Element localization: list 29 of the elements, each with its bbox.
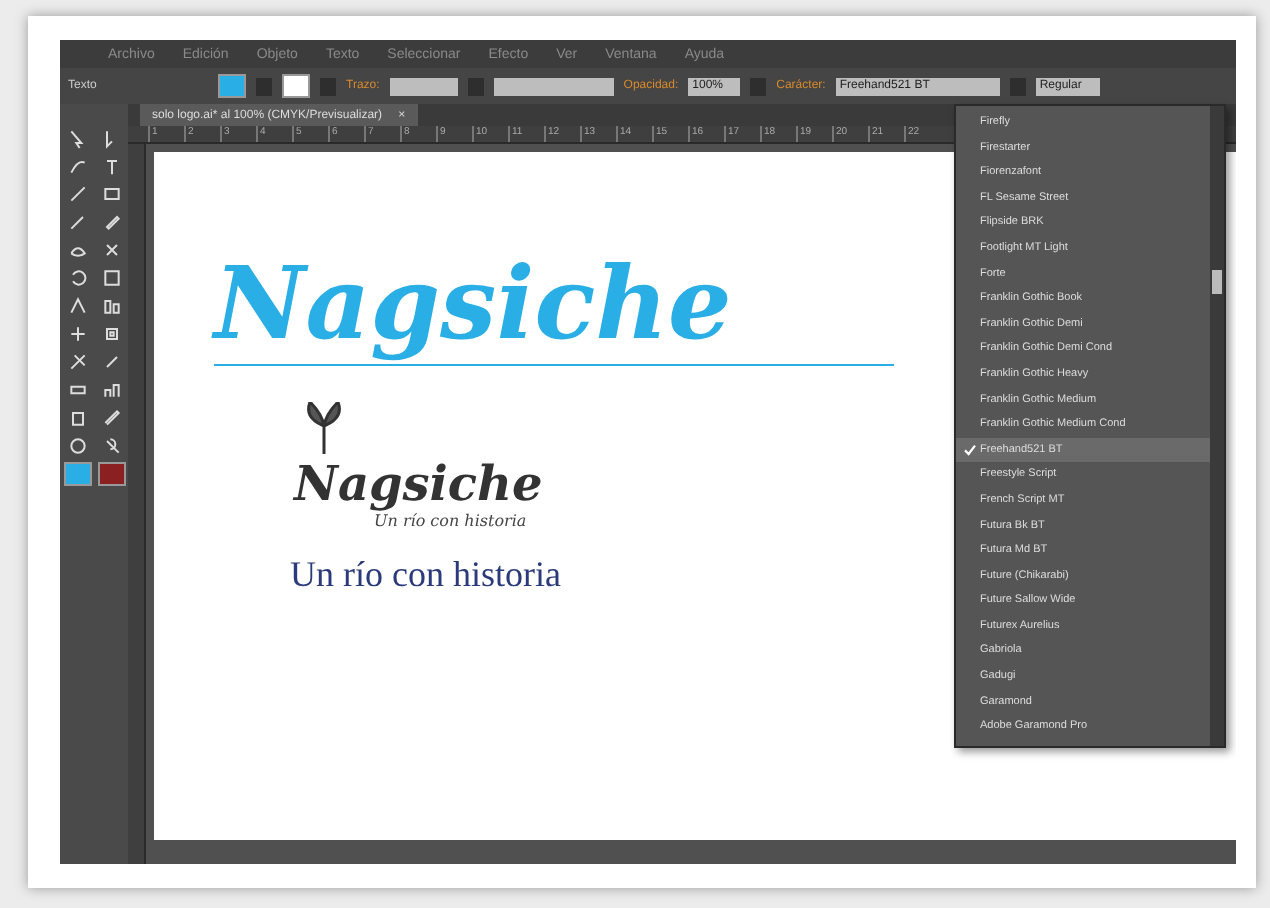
tool-icon[interactable] bbox=[101, 154, 121, 178]
checkmark-icon bbox=[964, 444, 976, 457]
tool-icon[interactable] bbox=[101, 434, 121, 458]
tool-icon[interactable] bbox=[101, 266, 121, 290]
tool-icon[interactable] bbox=[67, 322, 87, 346]
fill-color-swatch[interactable] bbox=[63, 462, 91, 486]
tool-icon[interactable] bbox=[67, 434, 87, 458]
tool-icon[interactable] bbox=[101, 406, 121, 430]
tool-icon[interactable] bbox=[67, 406, 87, 430]
tool-icon[interactable] bbox=[101, 210, 121, 234]
tool-icon[interactable] bbox=[67, 126, 87, 150]
tool-icon[interactable] bbox=[67, 294, 87, 318]
stroke-color-swatch[interactable] bbox=[97, 462, 125, 486]
tool-icon[interactable] bbox=[67, 350, 87, 374]
tool-icon[interactable] bbox=[67, 210, 87, 234]
headline-text: Nagsiche bbox=[214, 244, 894, 366]
stroke-swatch[interactable] bbox=[282, 74, 310, 98]
tool-icon[interactable] bbox=[101, 378, 121, 402]
tool-icon[interactable] bbox=[101, 294, 121, 318]
stroke-field[interactable] bbox=[389, 77, 458, 95]
tool-icon[interactable] bbox=[67, 182, 87, 206]
fill-swatch[interactable] bbox=[218, 74, 246, 98]
tool-icon[interactable] bbox=[67, 266, 87, 290]
logo-text: Nagsiche bbox=[294, 454, 543, 512]
tagline-text: Un río con historia bbox=[290, 554, 561, 596]
style-field[interactable] bbox=[493, 77, 614, 95]
tool-icon[interactable] bbox=[101, 182, 121, 206]
logo-tagline: Un río con historia bbox=[374, 512, 527, 530]
tool-icon[interactable] bbox=[101, 322, 121, 346]
